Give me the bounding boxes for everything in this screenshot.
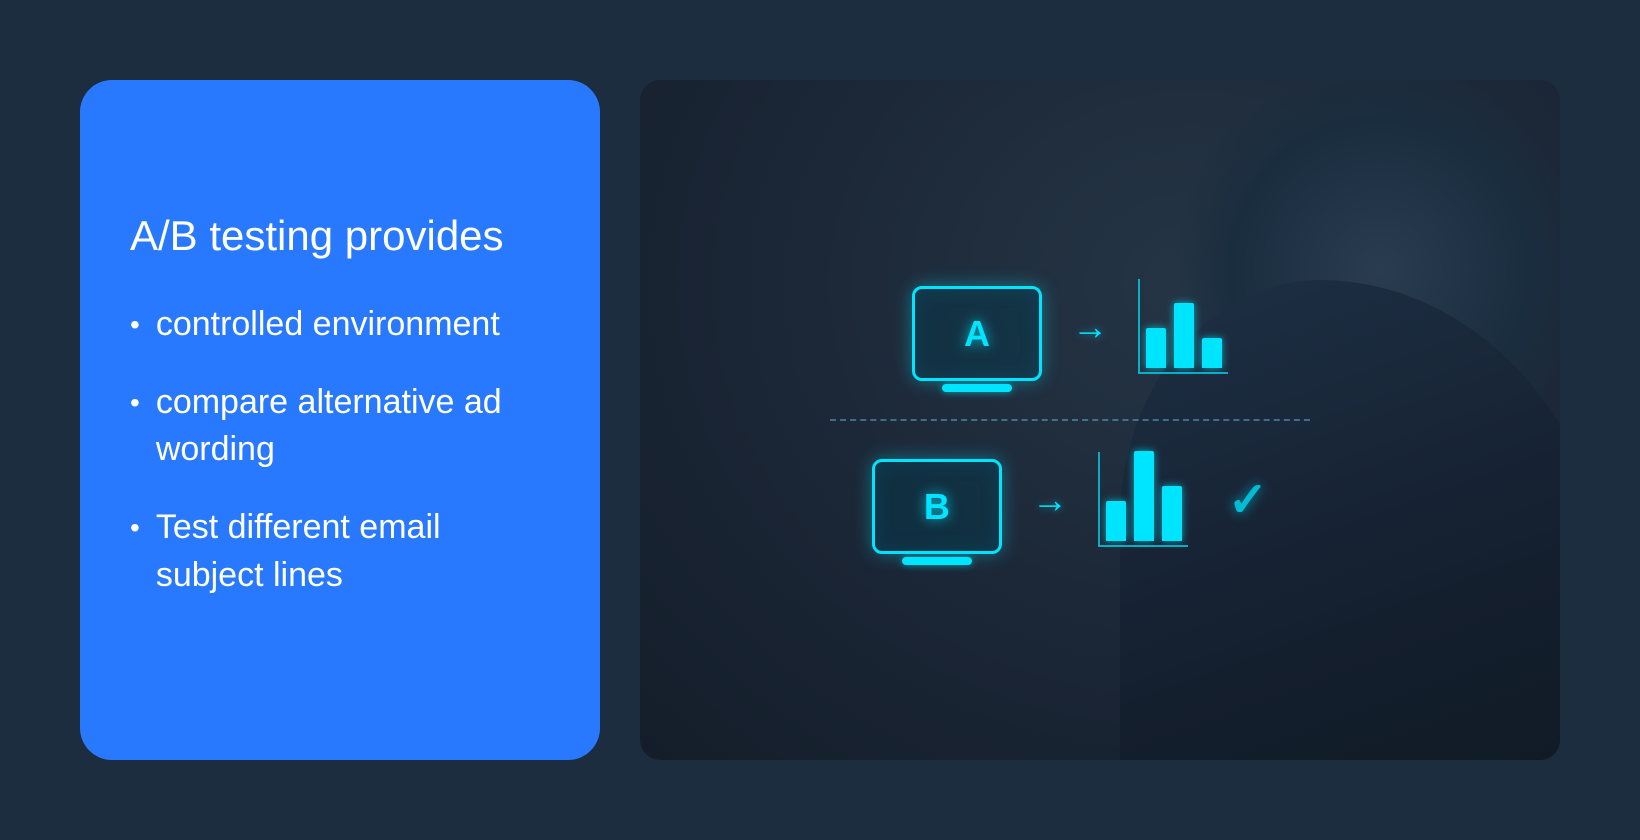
list-item: • compare alternative ad wording bbox=[130, 379, 550, 474]
bullet-icon: • bbox=[130, 383, 140, 422]
checkmark-icon: ✓ bbox=[1228, 472, 1268, 528]
bullet-icon: • bbox=[130, 305, 140, 344]
bar-a-3 bbox=[1202, 338, 1222, 368]
arrow-a-icon: → bbox=[1072, 306, 1108, 348]
chart-a bbox=[1138, 279, 1228, 374]
bar-b-1 bbox=[1106, 501, 1126, 541]
monitor-a-label: A bbox=[964, 313, 990, 355]
ab-testing-diagram: A → B → bbox=[830, 258, 1310, 582]
card-title: A/B testing provides bbox=[130, 211, 550, 261]
monitor-b-label: B bbox=[924, 486, 950, 528]
bar-a-1 bbox=[1146, 328, 1166, 368]
bar-a-2 bbox=[1174, 303, 1194, 368]
bullet-text-2: compare alternative ad wording bbox=[156, 379, 550, 474]
chart-b bbox=[1098, 452, 1188, 547]
monitor-a: A bbox=[912, 286, 1042, 381]
main-container: A/B testing provides • controlled enviro… bbox=[0, 0, 1640, 840]
info-card: A/B testing provides • controlled enviro… bbox=[80, 80, 600, 760]
list-item: • Test different email subject lines bbox=[130, 504, 550, 599]
variant-b-row: B → ✓ bbox=[872, 431, 1268, 582]
bar-b-3 bbox=[1162, 486, 1182, 541]
diagram-panel: A → B → bbox=[640, 80, 1560, 760]
variant-a-row: A → bbox=[912, 258, 1228, 409]
ab-divider bbox=[830, 419, 1310, 421]
bullet-icon: • bbox=[130, 508, 140, 547]
bullet-list: • controlled environment • compare alter… bbox=[130, 301, 550, 629]
bullet-text-1: controlled environment bbox=[156, 301, 550, 349]
arrow-b-icon: → bbox=[1032, 479, 1068, 521]
bar-b-2 bbox=[1134, 451, 1154, 541]
monitor-b: B bbox=[872, 459, 1002, 554]
list-item: • controlled environment bbox=[130, 301, 550, 349]
bullet-text-3: Test different email subject lines bbox=[156, 504, 550, 599]
